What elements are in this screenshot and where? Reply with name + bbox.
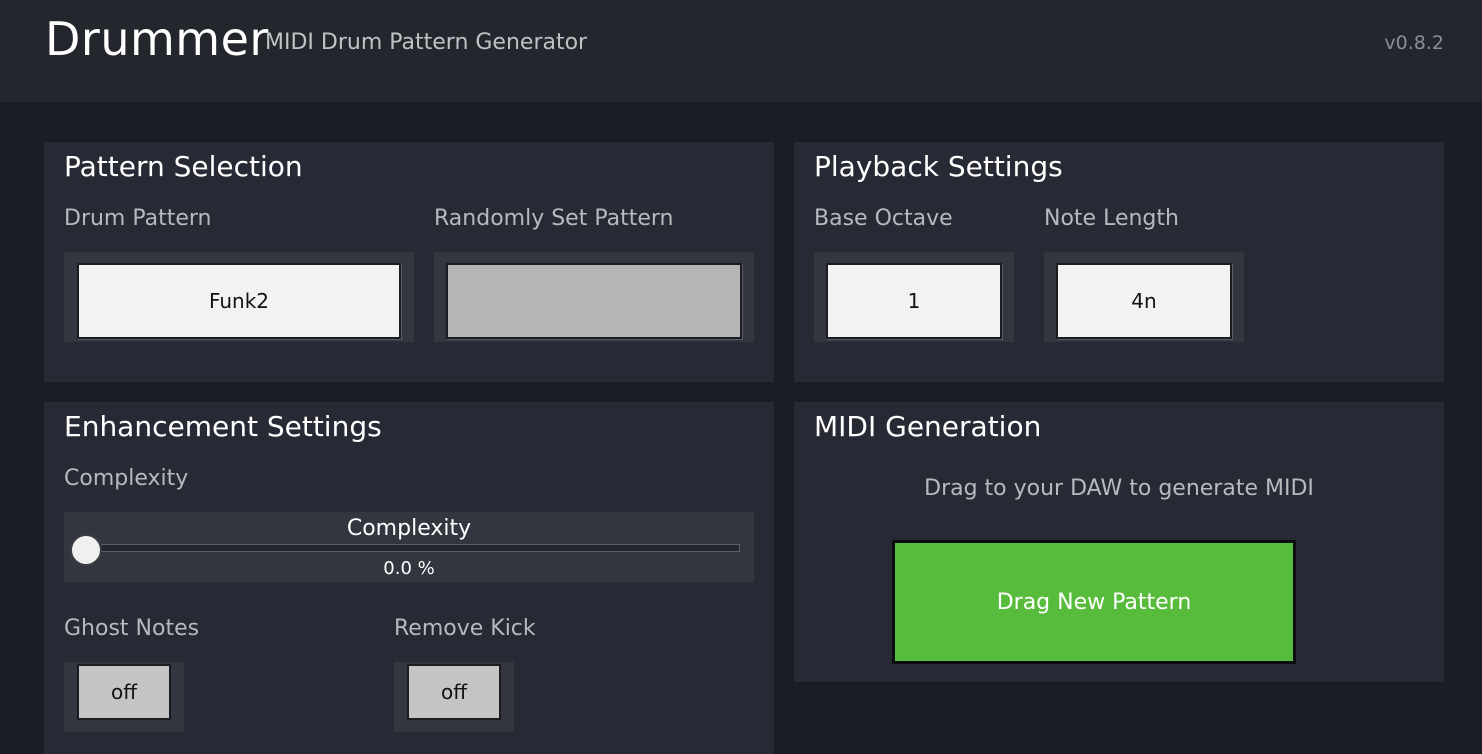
panel-title: MIDI Generation bbox=[814, 410, 1042, 443]
complexity-slider-title: Complexity bbox=[346, 516, 472, 541]
app-header: Drummer MIDI Drum Pattern Generator v0.8… bbox=[0, 0, 1482, 102]
drum-pattern-well: Funk2 bbox=[64, 252, 414, 342]
midi-drag-hint: Drag to your DAW to generate MIDI bbox=[924, 476, 1314, 501]
app-subtitle: MIDI Drum Pattern Generator bbox=[265, 30, 588, 55]
remove-kick-well: off bbox=[394, 662, 514, 732]
random-pattern-button[interactable] bbox=[446, 263, 742, 339]
drag-new-pattern-button[interactable]: Drag New Pattern bbox=[892, 540, 1296, 664]
panel-title: Playback Settings bbox=[814, 150, 1063, 183]
drum-pattern-selector[interactable]: Funk2 bbox=[77, 263, 401, 339]
drum-pattern-label: Drum Pattern bbox=[64, 206, 212, 231]
enhancement-settings-panel: Enhancement Settings Complexity Complexi… bbox=[44, 402, 774, 754]
complexity-value: 0.0 % bbox=[383, 558, 435, 579]
pattern-selection-panel: Pattern Selection Drum Pattern Funk2 Ran… bbox=[44, 142, 774, 382]
panel-title: Enhancement Settings bbox=[64, 410, 382, 443]
playback-settings-panel: Playback Settings Base Octave 1 Note Len… bbox=[794, 142, 1444, 382]
remove-kick-label: Remove Kick bbox=[394, 616, 536, 641]
app-title: Drummer bbox=[45, 12, 269, 66]
complexity-label: Complexity bbox=[64, 466, 189, 491]
ghost-notes-label: Ghost Notes bbox=[64, 616, 200, 641]
complexity-slider-track[interactable] bbox=[80, 544, 740, 552]
random-pattern-well bbox=[434, 252, 754, 342]
random-pattern-label: Randomly Set Pattern bbox=[434, 206, 674, 231]
ghost-notes-well: off bbox=[64, 662, 184, 732]
note-length-label: Note Length bbox=[1044, 206, 1179, 231]
note-length-well: 4n bbox=[1044, 252, 1244, 342]
complexity-slider-well: Complexity 0.0 % bbox=[64, 512, 754, 582]
base-octave-well: 1 bbox=[814, 252, 1014, 342]
remove-kick-toggle[interactable]: off bbox=[407, 664, 501, 720]
midi-generation-panel: MIDI Generation Drag to your DAW to gene… bbox=[794, 402, 1444, 682]
base-octave-selector[interactable]: 1 bbox=[826, 263, 1002, 339]
ghost-notes-toggle[interactable]: off bbox=[77, 664, 171, 720]
base-octave-label: Base Octave bbox=[814, 206, 953, 231]
app-version: v0.8.2 bbox=[1384, 32, 1444, 54]
note-length-selector[interactable]: 4n bbox=[1056, 263, 1232, 339]
panel-title: Pattern Selection bbox=[64, 150, 303, 183]
